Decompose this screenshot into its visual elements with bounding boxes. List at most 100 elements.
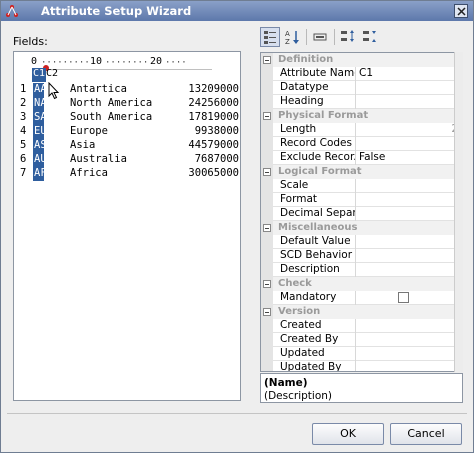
ruler-tick-20: 20 <box>150 56 163 67</box>
row-code[interactable]: EU <box>33 125 44 139</box>
row-name: Africa <box>70 167 108 179</box>
attribute-name-value[interactable]: C1 <box>359 67 373 79</box>
footer-divider <box>7 413 467 414</box>
row-population: 13209000 <box>188 83 239 95</box>
property-created-by[interactable]: Created By <box>261 333 462 347</box>
property-record-codes[interactable]: Record Codes <box>261 137 462 151</box>
row-gutter <box>261 263 273 277</box>
row-number: 3 <box>20 111 27 123</box>
property-label: Length <box>280 123 317 135</box>
cancel-button[interactable]: Cancel <box>390 423 462 445</box>
row-code[interactable]: AU <box>33 153 44 167</box>
collapse-section-icon[interactable] <box>263 280 271 288</box>
mandatory-checkbox[interactable] <box>398 292 409 303</box>
fields-preview-panel[interactable]: 0 ········· 10 ········ 20 ···· C1 C2 1 … <box>13 51 241 401</box>
property-scale[interactable]: Scale <box>261 179 462 193</box>
column-divider <box>355 151 356 165</box>
row-code[interactable]: SA <box>33 111 44 125</box>
row-code[interactable]: AF <box>33 167 44 181</box>
row-number: 2 <box>20 97 27 109</box>
section-definition[interactable]: Definition <box>261 53 462 67</box>
section-miscellaneous[interactable]: Miscellaneous <box>261 221 462 235</box>
expand-all-button[interactable] <box>338 27 358 47</box>
property-label: Attribute Name <box>280 67 355 79</box>
row-population: 17819000 <box>188 111 239 123</box>
row-gutter <box>261 305 273 319</box>
row-number: 7 <box>20 167 27 179</box>
row-gutter <box>261 165 273 179</box>
section-label: Miscellaneous <box>278 222 358 233</box>
property-label: Created <box>280 319 322 331</box>
collapse-section-icon[interactable] <box>263 56 271 64</box>
property-decimal-separator[interactable]: Decimal Separ... <box>261 207 462 221</box>
column-divider <box>355 67 356 81</box>
sort-alphabetical-button[interactable]: A Z <box>282 27 302 47</box>
toolbar-separator <box>306 29 307 45</box>
row-gutter <box>261 109 273 123</box>
property-length[interactable]: Length 2 <box>261 123 462 137</box>
ruler-dots-3: ···· <box>165 58 187 68</box>
row-gutter <box>261 193 273 207</box>
column-divider <box>355 361 356 371</box>
row-name: Asia <box>70 139 96 151</box>
row-name: Europe <box>70 125 108 137</box>
row-population: 30065000 <box>188 167 239 179</box>
table-row: 7 AF Africa 30065000 <box>14 167 240 181</box>
property-updated-by[interactable]: Updated By <box>261 361 462 371</box>
collapse-section-icon[interactable] <box>263 112 271 120</box>
column-divider <box>355 249 356 263</box>
exclude-record-value[interactable]: False <box>359 151 385 163</box>
collapse-section-icon[interactable] <box>263 168 271 176</box>
property-scrollbar[interactable] <box>454 52 463 372</box>
property-label: Description <box>280 263 340 275</box>
title-bar[interactable]: Attribute Setup Wizard <box>1 1 473 21</box>
property-format[interactable]: Format <box>261 193 462 207</box>
column-divider <box>355 81 356 95</box>
row-gutter <box>261 151 273 165</box>
row-name: Antartica <box>70 83 127 95</box>
column-header-c1[interactable]: C1 <box>32 68 47 82</box>
ok-button[interactable]: OK <box>312 423 384 445</box>
ruler-tick-0: 0 <box>31 56 38 67</box>
ruler-dots-2: ········ <box>105 58 149 68</box>
section-physical-format[interactable]: Physical Format <box>261 109 462 123</box>
row-code[interactable]: AS <box>33 139 44 153</box>
svg-text:Z: Z <box>285 38 290 46</box>
property-scd-behavior[interactable]: SCD Behavior <box>261 249 462 263</box>
ruler-tick-10: 10 <box>90 56 103 67</box>
row-population: 44579000 <box>188 139 239 151</box>
property-datatype[interactable]: Datatype <box>261 81 462 95</box>
property-exclude-record[interactable]: Exclude Recor... False <box>261 151 462 165</box>
property-label: Default Value <box>280 235 351 247</box>
property-label: Record Codes <box>280 137 352 149</box>
row-code[interactable]: AA <box>33 83 44 97</box>
app-logo-icon <box>6 5 18 17</box>
close-button[interactable] <box>454 4 468 18</box>
property-default-value[interactable]: Default Value <box>261 235 462 249</box>
property-mandatory[interactable]: Mandatory <box>261 291 462 305</box>
section-logical-format[interactable]: Logical Format <box>261 165 462 179</box>
property-created[interactable]: Created <box>261 319 462 333</box>
collapse-section-icon[interactable] <box>263 224 271 232</box>
section-label: Logical Format <box>278 166 362 177</box>
field-view-button[interactable] <box>310 27 330 47</box>
row-code[interactable]: NA <box>33 97 44 111</box>
collapse-section-icon[interactable] <box>263 308 271 316</box>
property-updated[interactable]: Updated <box>261 347 462 361</box>
column-divider <box>355 235 356 249</box>
property-description[interactable]: Description <box>261 263 462 277</box>
row-gutter <box>261 347 273 361</box>
row-gutter <box>261 291 273 305</box>
property-attribute-name[interactable]: Attribute Name C1 <box>261 67 462 81</box>
table-row: 6 AU Australia 7687000 <box>14 153 240 167</box>
categorized-button[interactable] <box>260 27 280 47</box>
property-label: Scale <box>280 179 309 191</box>
section-label: Version <box>278 306 321 317</box>
collapse-all-button[interactable] <box>360 27 380 47</box>
column-header-c2[interactable]: C2 <box>45 68 59 82</box>
section-version[interactable]: Version <box>261 305 462 319</box>
row-population: 7687000 <box>194 153 239 165</box>
section-check[interactable]: Check <box>261 277 462 291</box>
property-heading[interactable]: Heading <box>261 95 462 109</box>
ruler-baseline <box>34 69 212 70</box>
